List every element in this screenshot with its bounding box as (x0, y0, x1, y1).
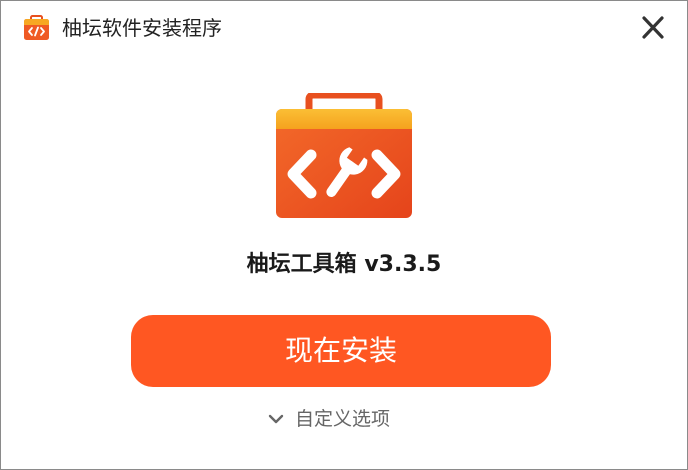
close-button[interactable] (637, 13, 669, 43)
title-bar[interactable]: 柚坛软件安装程序 (1, 1, 687, 55)
custom-options-toggle[interactable]: 自定义选项 (267, 404, 390, 434)
install-now-button[interactable]: 现在安装 (131, 315, 551, 387)
close-icon (642, 16, 664, 39)
installer-window: 柚坛软件安装程序 柚坛工具箱 v3.3.5 现在安装 自定义选项 (0, 0, 688, 470)
toolbox-code-icon (23, 15, 50, 41)
window-title: 柚坛软件安装程序 (62, 16, 222, 40)
product-logo-toolbox-icon (275, 91, 413, 219)
product-name: 柚坛工具箱 v3.3.5 (246, 252, 442, 277)
chevron-down-icon (267, 412, 285, 426)
custom-options-label: 自定义选项 (295, 408, 391, 430)
